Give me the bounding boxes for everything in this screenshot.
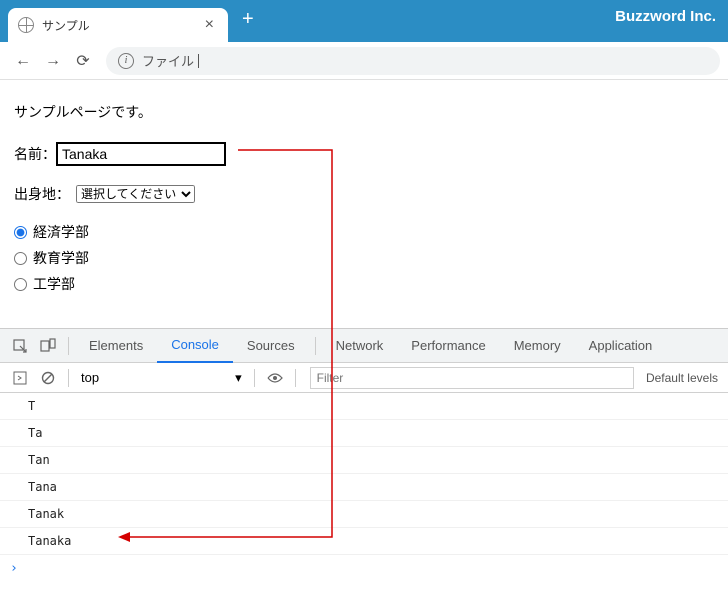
tab-performance[interactable]: Performance bbox=[397, 329, 499, 363]
console-sidebar-icon[interactable] bbox=[6, 371, 34, 385]
tab-sources[interactable]: Sources bbox=[233, 329, 309, 363]
console-log: T bbox=[0, 393, 728, 420]
radio-label: 教育学部 bbox=[33, 248, 89, 268]
console-log: Tana bbox=[0, 474, 728, 501]
separator bbox=[68, 369, 69, 387]
devtools-panel: Elements Console Sources Network Perform… bbox=[0, 328, 728, 582]
browser-toolbar: ← → ⟳ i ファイル bbox=[0, 42, 728, 80]
device-icon[interactable] bbox=[34, 338, 62, 354]
brand-label: Buzzword Inc. bbox=[603, 8, 728, 25]
radio-input-education[interactable] bbox=[14, 252, 27, 265]
console-output: T Ta Tan Tana Tanak Tanaka › bbox=[0, 393, 728, 582]
address-cursor bbox=[198, 54, 199, 68]
eye-icon[interactable] bbox=[261, 372, 289, 384]
context-selector[interactable]: top ▾ bbox=[75, 370, 248, 386]
radio-label: 工学部 bbox=[33, 274, 75, 294]
address-bar[interactable]: i ファイル bbox=[106, 47, 720, 75]
radio-engineering[interactable]: 工学部 bbox=[14, 274, 714, 294]
console-log: Tanaka bbox=[0, 528, 728, 555]
separator bbox=[315, 337, 316, 355]
levels-selector[interactable]: Default levels bbox=[642, 371, 722, 385]
globe-icon bbox=[18, 17, 34, 33]
radio-input-economics[interactable] bbox=[14, 226, 27, 239]
devtools-tabs: Elements Console Sources Network Perform… bbox=[0, 329, 728, 363]
tab-elements[interactable]: Elements bbox=[75, 329, 157, 363]
separator bbox=[295, 369, 296, 387]
browser-tab[interactable]: サンプル × bbox=[8, 8, 228, 42]
radio-education[interactable]: 教育学部 bbox=[14, 248, 714, 268]
address-text: ファイル bbox=[142, 51, 194, 70]
page-intro: サンプルページです。 bbox=[14, 102, 714, 122]
origin-label: 出身地： bbox=[14, 184, 70, 204]
filter-input[interactable] bbox=[310, 367, 634, 389]
tab-application[interactable]: Application bbox=[575, 329, 667, 363]
forward-button[interactable]: → bbox=[38, 46, 68, 76]
tab-memory[interactable]: Memory bbox=[500, 329, 575, 363]
radio-label: 経済学部 bbox=[33, 222, 89, 242]
tab-console[interactable]: Console bbox=[157, 329, 233, 363]
reload-button[interactable]: ⟳ bbox=[68, 46, 98, 76]
console-log: Ta bbox=[0, 420, 728, 447]
console-log: Tan bbox=[0, 447, 728, 474]
console-toolbar: top ▾ Default levels bbox=[0, 363, 728, 393]
origin-row: 出身地： 選択してください bbox=[14, 184, 714, 204]
back-button[interactable]: ← bbox=[8, 46, 38, 76]
radio-economics[interactable]: 経済学部 bbox=[14, 222, 714, 242]
name-input[interactable] bbox=[56, 142, 226, 166]
clear-console-icon[interactable] bbox=[34, 371, 62, 385]
origin-select[interactable]: 選択してください bbox=[76, 185, 195, 203]
tab-title: サンプル bbox=[42, 17, 201, 34]
info-icon: i bbox=[118, 53, 134, 69]
page-content: サンプルページです。 名前： 出身地： 選択してください 経済学部 教育学部 工… bbox=[0, 80, 728, 328]
radio-input-engineering[interactable] bbox=[14, 278, 27, 291]
close-icon[interactable]: × bbox=[201, 16, 218, 34]
separator bbox=[68, 337, 69, 355]
name-label: 名前： bbox=[14, 144, 56, 164]
console-log: Tanak bbox=[0, 501, 728, 528]
chevron-down-icon: ▾ bbox=[235, 370, 242, 386]
tab-network[interactable]: Network bbox=[322, 329, 398, 363]
inspect-icon[interactable] bbox=[6, 338, 34, 354]
console-prompt[interactable]: › bbox=[0, 555, 728, 582]
context-value: top bbox=[81, 370, 99, 385]
name-row: 名前： bbox=[14, 142, 714, 166]
browser-titlebar: サンプル × + Buzzword Inc. bbox=[0, 0, 728, 42]
separator bbox=[254, 369, 255, 387]
new-tab-button[interactable]: + bbox=[228, 8, 268, 31]
